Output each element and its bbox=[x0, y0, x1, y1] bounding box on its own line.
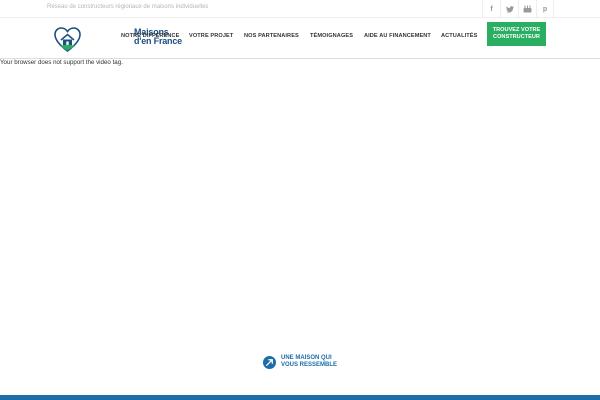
site-logo[interactable]: Maisons d'en France bbox=[54, 27, 182, 52]
nav-notre-difference[interactable]: NOTRE DIFFÉRENCE bbox=[121, 33, 179, 39]
bottom-accent-bar bbox=[0, 395, 600, 400]
nav-aide-au-financement[interactable]: AIDE AU FINANCEMENT bbox=[364, 33, 431, 39]
facebook-icon[interactable]: f bbox=[482, 0, 500, 18]
page: Réseau de constructeurs régionaux de mai… bbox=[0, 0, 600, 400]
site-header: Maisons d'en France NOTRE DIFFÉRENCE VOT… bbox=[0, 18, 600, 59]
scroll-down-link[interactable]: UNE MAISON QUI VOUS RESSEMBLE bbox=[263, 355, 337, 369]
nav-nos-partenaires[interactable]: NOS PARTENAIRES bbox=[244, 33, 299, 39]
cta-line-2: CONSTRUCTEUR bbox=[493, 34, 540, 40]
cta-line-1: TROUVEZ VOTRE bbox=[492, 27, 541, 33]
nav-votre-projet[interactable]: VOTRE PROJET bbox=[189, 33, 233, 39]
nav-actualites[interactable]: ACTUALITÉS bbox=[441, 33, 477, 39]
scroll-cue-line-1: UNE MAISON QUI bbox=[281, 354, 332, 361]
scroll-cue-label: UNE MAISON QUI VOUS RESSEMBLE bbox=[281, 355, 337, 370]
house-heart-icon bbox=[54, 27, 81, 52]
site-tagline: Réseau de constructeurs régionaux de mai… bbox=[47, 4, 209, 10]
top-bar: Réseau de constructeurs régionaux de mai… bbox=[0, 0, 600, 18]
youtube-icon[interactable] bbox=[518, 0, 536, 18]
arrow-icon bbox=[263, 355, 276, 369]
video-fallback-text: Your browser does not support the video … bbox=[0, 59, 123, 66]
nav-temoignages[interactable]: TÉMOIGNAGES bbox=[310, 33, 353, 39]
pinterest-icon[interactable]: p bbox=[536, 0, 554, 18]
twitter-icon[interactable] bbox=[500, 0, 518, 18]
scroll-cue-line-2: VOUS RESSEMBLE bbox=[281, 362, 338, 368]
find-builder-button[interactable]: TROUVEZ VOTRE CONSTRUCTEUR bbox=[487, 22, 546, 46]
